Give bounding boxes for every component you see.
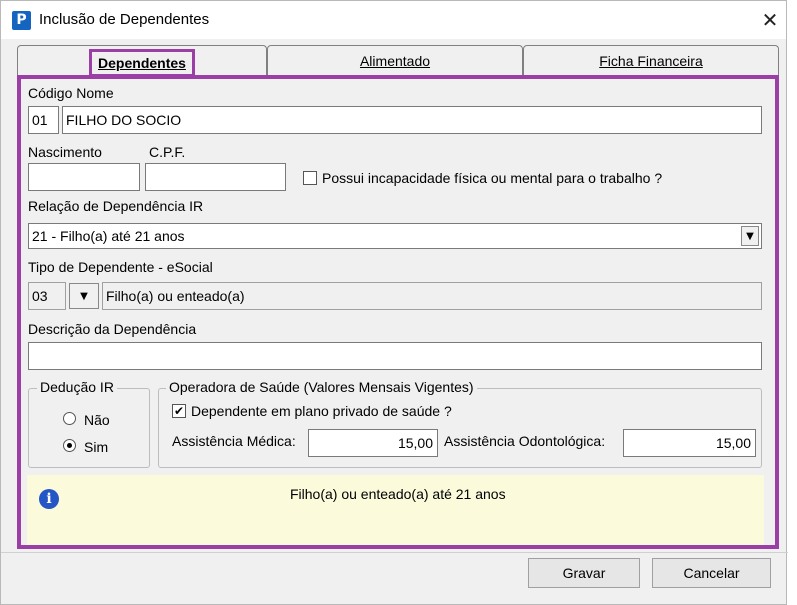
info-box: i Filho(a) ou enteado(a) até 21 anos [27,475,764,545]
relacao-select[interactable]: 21 - Filho(a) até 21 anos [28,223,762,249]
codigo-nome-label: Código Nome [28,85,114,101]
info-icon: i [39,489,59,509]
relacao-label: Relação de Dependência IR [28,198,204,214]
deducao-legend: Dedução IR [37,379,117,395]
nascimento-field[interactable] [28,163,140,191]
info-text: Filho(a) ou enteado(a) até 21 anos [290,486,506,502]
cpf-label: C.P.F. [149,144,186,160]
close-icon[interactable]: ✕ [755,7,785,33]
odonto-field[interactable]: 15,00 [623,429,756,457]
gravar-button[interactable]: Gravar [528,558,640,588]
relacao-select-value: 21 - Filho(a) até 21 anos [32,228,185,244]
descricao-field[interactable] [28,342,762,370]
deducao-group [28,388,150,468]
plano-checkbox[interactable]: ✔ [172,404,186,418]
tab-ficha-financeira[interactable]: Ficha Financeira [523,45,779,75]
incapacidade-checkbox[interactable] [303,171,317,185]
deducao-nao-label: Não [84,412,110,428]
radio-selected-dot [67,443,72,448]
tab-dependentes[interactable]: Dependentes [17,45,267,77]
descricao-label: Descrição da Dependência [28,321,197,337]
tab-alimentado-label: Alimentado [359,53,431,69]
window-title: Inclusão de Dependentes [39,11,210,28]
plano-label: Dependente em plano privado de saúde ? [191,403,452,419]
cancelar-button[interactable]: Cancelar [652,558,771,588]
deducao-sim-radio[interactable] [63,439,76,452]
deducao-sim-label: Sim [84,439,109,455]
operadora-legend: Operadora de Saúde (Valores Mensais Vige… [166,379,477,395]
cpf-field[interactable] [145,163,286,191]
tipo-label: Tipo de Dependente - eSocial [28,259,213,275]
tipo-desc-field: Filho(a) ou enteado(a) [102,282,762,310]
tipo-code-field[interactable]: 03 [28,282,66,310]
odonto-label: Assistência Odontológica: [444,433,606,449]
nascimento-label: Nascimento [28,144,102,160]
nome-field[interactable]: FILHO DO SOCIO [62,106,762,134]
chevron-down-icon[interactable]: ▼ [741,226,759,246]
codigo-field[interactable]: 01 [28,106,59,134]
title-bar: P Inclusão de Dependentes ✕ [1,1,786,39]
tab-alimentado[interactable]: Alimentado [267,45,523,75]
medica-field[interactable]: 15,00 [308,429,438,457]
dependentes-panel: Código Nome 01 FILHO DO SOCIO Nascimento… [17,75,779,549]
tab-dependentes-label: Dependentes [89,49,195,77]
medica-label: Assistência Médica: [172,433,296,449]
tab-ficha-financeira-label: Ficha Financeira [599,53,703,69]
app-logo-icon: P [12,11,31,30]
footer-divider [1,552,788,553]
tipo-dropdown-icon[interactable]: ▼ [69,283,99,309]
incapacidade-label: Possui incapacidade física ou mental par… [322,170,663,186]
deducao-nao-radio[interactable] [63,412,76,425]
dialog-window: P Inclusão de Dependentes ✕ Dependentes … [0,0,788,605]
